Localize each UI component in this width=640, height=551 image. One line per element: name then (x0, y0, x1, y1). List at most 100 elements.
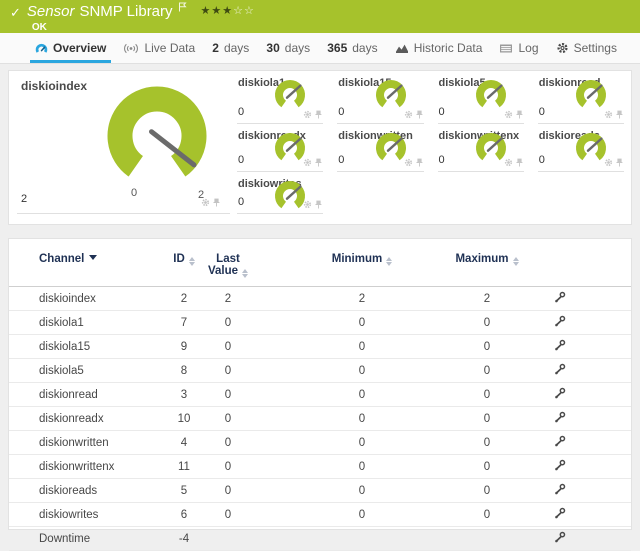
star-filled-icon[interactable]: ★ (201, 5, 212, 17)
column-header-id[interactable]: ID (164, 243, 204, 287)
channel-maximum: 0 (437, 359, 537, 383)
tab-overview[interactable]: Overview (28, 33, 113, 63)
channel-last-value: 0 (204, 479, 252, 503)
channel-settings-wrench-icon[interactable] (554, 483, 566, 495)
channel-maximum: 0 (437, 503, 537, 527)
channel-settings-wrench-icon[interactable] (554, 339, 566, 351)
gauge-pin-icon[interactable] (516, 158, 523, 167)
star-empty-icon[interactable]: ☆ (244, 5, 255, 17)
channel-row-diskioreads[interactable]: diskioreads5000 (9, 479, 631, 503)
channel-row-downtime[interactable]: Downtime-4 (9, 527, 631, 551)
gauge-gear-icon[interactable] (303, 110, 312, 119)
channel-maximum: 0 (437, 455, 537, 479)
channel-name: diskiola15 (9, 335, 164, 359)
gauge-gear-icon[interactable] (504, 158, 513, 167)
gauge-last-value: 2 (21, 193, 27, 205)
sensor-header: ✓ Sensor SNMP Library ★★★☆☆ OK (0, 0, 640, 33)
gauge-pin-icon[interactable] (315, 200, 322, 209)
channel-name: diskioindex (9, 287, 164, 311)
gauge-last-value: 0 (439, 154, 445, 166)
tab-2-days[interactable]: 2days (205, 33, 256, 63)
gauge-pin-icon[interactable] (516, 110, 523, 119)
gauge-gear-icon[interactable] (404, 158, 413, 167)
channel-settings-wrench-icon[interactable] (554, 363, 566, 375)
gauge-gear-icon[interactable] (404, 110, 413, 119)
channel-settings-wrench-icon[interactable] (554, 435, 566, 447)
column-header-channel[interactable]: Channel (9, 243, 164, 287)
channel-settings-wrench-icon[interactable] (554, 459, 566, 471)
channel-minimum: 0 (312, 431, 412, 455)
channel-last-value: 0 (204, 311, 252, 335)
channel-minimum: 2 (312, 287, 412, 311)
channel-last-value: 0 (204, 503, 252, 527)
tab-settings[interactable]: Settings (549, 33, 624, 63)
star-empty-icon[interactable]: ☆ (233, 5, 244, 17)
channel-settings-wrench-icon[interactable] (554, 387, 566, 399)
channel-row-diskionwrittenx[interactable]: diskionwrittenx11000 (9, 455, 631, 479)
sort-icon (242, 269, 248, 278)
gauge-pin-icon[interactable] (416, 110, 423, 119)
gauge-scale-min: 0 (131, 187, 137, 199)
gauge-gear-icon[interactable] (504, 110, 513, 119)
tab-live-data[interactable]: Live Data (116, 33, 202, 63)
gauge-pin-icon[interactable] (213, 198, 220, 207)
gauge-actions (504, 158, 523, 167)
channel-settings-wrench-icon[interactable] (554, 531, 566, 543)
channel-id: 7 (164, 311, 204, 335)
tab-bar: Overview Live Data2days 30 days 365daysHisto… (0, 33, 640, 64)
tab-log[interactable]: Log (492, 33, 545, 63)
gauge-pin-icon[interactable] (616, 158, 623, 167)
tab-historic-data[interactable]: Historic Data (388, 33, 490, 63)
channel-row-diskiola1[interactable]: diskiola17000 (9, 311, 631, 335)
column-header-minimum[interactable]: Minimum (312, 243, 412, 287)
channel-minimum: 0 (312, 359, 412, 383)
gauge-pin-icon[interactable] (315, 158, 322, 167)
gear-icon (556, 42, 569, 54)
tab-label: days (285, 41, 310, 55)
gauge-pin-icon[interactable] (616, 110, 623, 119)
channel-minimum (312, 527, 412, 551)
channel-row-diskiola5[interactable]: diskiola58000 (9, 359, 631, 383)
channel-maximum (437, 527, 537, 551)
channel-settings-wrench-icon[interactable] (554, 291, 566, 303)
gauge-pin-icon[interactable] (416, 158, 423, 167)
channel-settings-wrench-icon[interactable] (554, 507, 566, 519)
channel-table-panel: Channel ID Last Value Minimum Maximum di… (8, 238, 632, 530)
priority-stars[interactable]: ★★★☆☆ (201, 3, 255, 19)
tab-number: 365 (327, 41, 347, 55)
gauge-gear-icon[interactable] (303, 158, 312, 167)
channel-row-diskionwritten[interactable]: diskionwritten4000 (9, 431, 631, 455)
star-filled-icon[interactable]: ★ (222, 5, 233, 17)
channel-row-diskionread[interactable]: diskionread3000 (9, 383, 631, 407)
gauge-gear-icon[interactable] (604, 110, 613, 119)
channel-settings-wrench-icon[interactable] (554, 315, 566, 327)
tab-number: 30 (266, 41, 279, 55)
gauge-last-value: 0 (238, 154, 244, 166)
channel-row-diskionreadx[interactable]: diskionreadx10000 (9, 407, 631, 431)
tab-365-days[interactable]: 365days (320, 33, 384, 63)
gauge-actions (404, 158, 423, 167)
column-header-last-value[interactable]: Last Value (204, 243, 252, 287)
gauge-gear-icon[interactable] (604, 158, 613, 167)
channel-minimum: 0 (312, 407, 412, 431)
gauge-gear-icon[interactable] (303, 200, 312, 209)
channel-settings-wrench-icon[interactable] (554, 411, 566, 423)
live-icon (123, 43, 139, 54)
gauge-dial (101, 85, 213, 190)
tab-30-days[interactable]: 30 days (259, 33, 317, 63)
channel-last-value: 0 (204, 455, 252, 479)
gauge-gear-icon[interactable] (201, 198, 210, 207)
column-header-maximum[interactable]: Maximum (437, 243, 537, 287)
gauge-actions (303, 158, 322, 167)
channel-last-value: 0 (204, 335, 252, 359)
channel-minimum: 0 (312, 383, 412, 407)
channel-row-diskiowrites[interactable]: diskiowrites6000 (9, 503, 631, 527)
tab-label: Overview (53, 41, 106, 55)
flag-icon[interactable] (178, 0, 187, 16)
gauge-last-value: 0 (338, 154, 344, 166)
star-filled-icon[interactable]: ★ (211, 5, 222, 17)
gauge-pin-icon[interactable] (315, 110, 322, 119)
channel-row-diskiola15[interactable]: diskiola159000 (9, 335, 631, 359)
channel-row-diskioindex[interactable]: diskioindex2222 (9, 287, 631, 311)
gauge-diskionread: diskionread0 (538, 71, 624, 124)
